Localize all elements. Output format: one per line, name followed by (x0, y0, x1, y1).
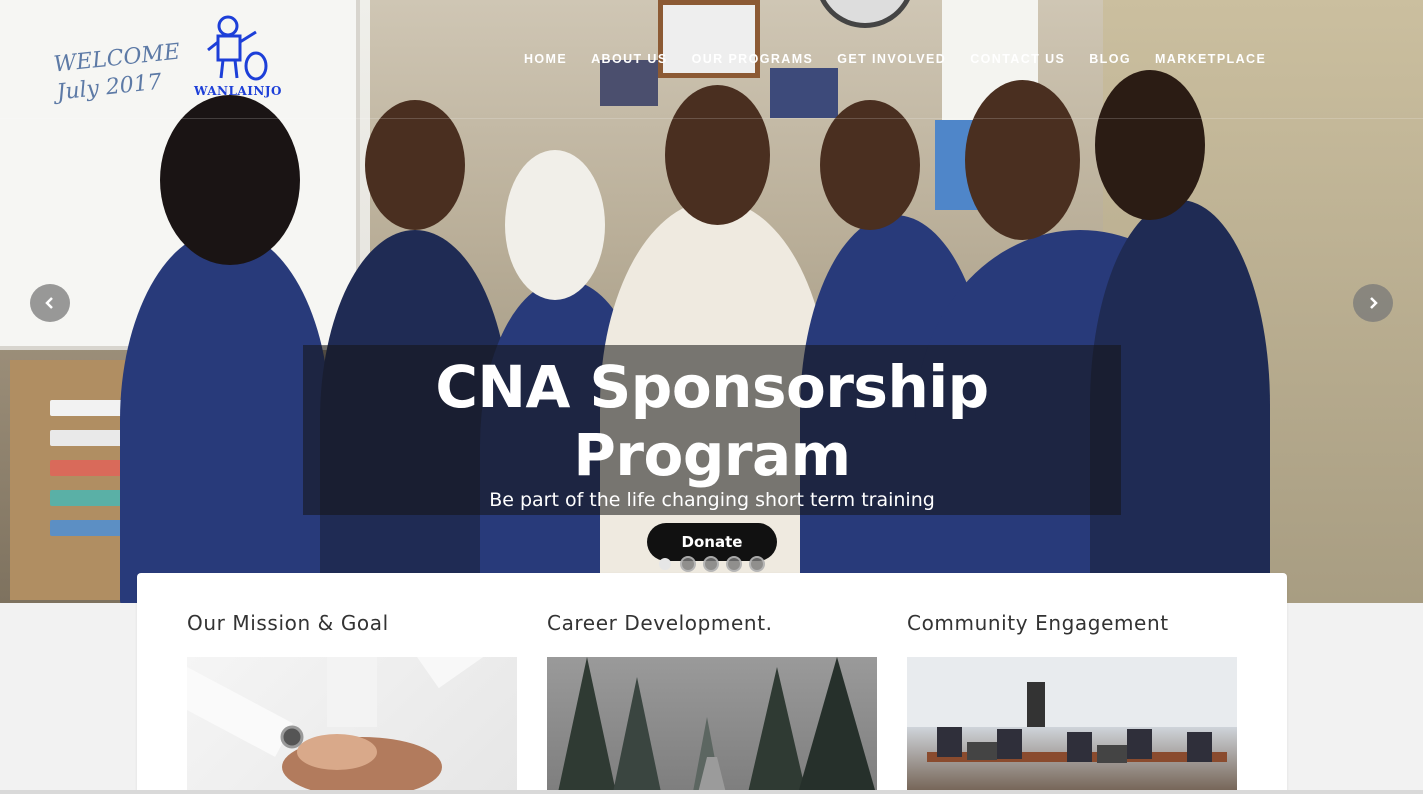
whiteboard-text: WELCOME July 2017 (52, 39, 182, 106)
header-divider (0, 118, 1423, 119)
chevron-left-icon (45, 297, 53, 309)
slider-dot-3[interactable] (703, 556, 719, 572)
slider-prev-button[interactable] (30, 284, 70, 322)
wall-clock-image (815, 0, 915, 28)
person-head (505, 150, 605, 300)
logo-text: WANLAINJO (194, 84, 282, 98)
feature-card-mission: Our Mission & Goal (187, 611, 517, 794)
certificate-frame-image (658, 0, 760, 78)
person-figure (120, 230, 330, 603)
slide-title: CNA Sponsorship Program (435, 353, 989, 489)
feature-card-title[interactable]: Community Engagement (907, 611, 1237, 635)
hands-together-image[interactable] (187, 657, 517, 794)
person-head (965, 80, 1080, 240)
nav-item-home[interactable]: HOME (524, 52, 567, 66)
classroom-image[interactable] (907, 657, 1237, 794)
feature-card-community: Community Engagement (907, 611, 1237, 794)
nav-item-our-programs[interactable]: OUR PROGRAMS (692, 52, 814, 66)
site-logo[interactable]: WANLAINJO (190, 14, 282, 104)
feature-card-title[interactable]: Our Mission & Goal (187, 611, 517, 635)
feature-cards-panel: Our Mission & Goal Career Development. C… (137, 573, 1287, 794)
nav-item-about-us[interactable]: ABOUT US (591, 52, 667, 66)
person-head (365, 100, 465, 230)
main-nav: HOME ABOUT US OUR PROGRAMS GET INVOLVED … (524, 52, 1290, 66)
nav-item-contact-us[interactable]: CONTACT US (970, 52, 1065, 66)
page-bottom-edge (0, 790, 1423, 794)
nav-item-marketplace[interactable]: MARKETPLACE (1155, 52, 1266, 66)
hero-slider: WELCOME July 2017 WANLAINJO HOME ABOUT U… (0, 0, 1423, 603)
logo-mascot-icon (207, 15, 268, 81)
classroom-illustration (907, 657, 1237, 763)
slider-dot-1[interactable] (659, 558, 671, 570)
nav-item-get-involved[interactable]: GET INVOLVED (837, 52, 946, 66)
feature-card-title[interactable]: Career Development. (547, 611, 877, 635)
feature-card-career: Career Development. (547, 611, 877, 794)
slider-dot-5[interactable] (749, 556, 765, 572)
wall-photo-image (600, 60, 658, 106)
nav-item-blog[interactable]: BLOG (1089, 52, 1131, 66)
chevron-right-icon (1370, 297, 1378, 309)
slider-next-button[interactable] (1353, 284, 1393, 322)
forest-illustration (557, 657, 877, 794)
slide-caption: CNA Sponsorship Program Be part of the l… (303, 345, 1121, 561)
slider-dot-4[interactable] (726, 556, 742, 572)
wall-photo-image (770, 68, 838, 118)
person-head (820, 100, 920, 230)
slide-subtitle: Be part of the life changing short term … (489, 489, 935, 511)
hands-illustration (187, 657, 517, 794)
forest-road-image[interactable] (547, 657, 877, 794)
person-head (665, 85, 770, 225)
person-head (1095, 70, 1205, 220)
slider-dot-2[interactable] (680, 556, 696, 572)
person-head (160, 95, 300, 265)
slider-pagination (657, 556, 765, 572)
